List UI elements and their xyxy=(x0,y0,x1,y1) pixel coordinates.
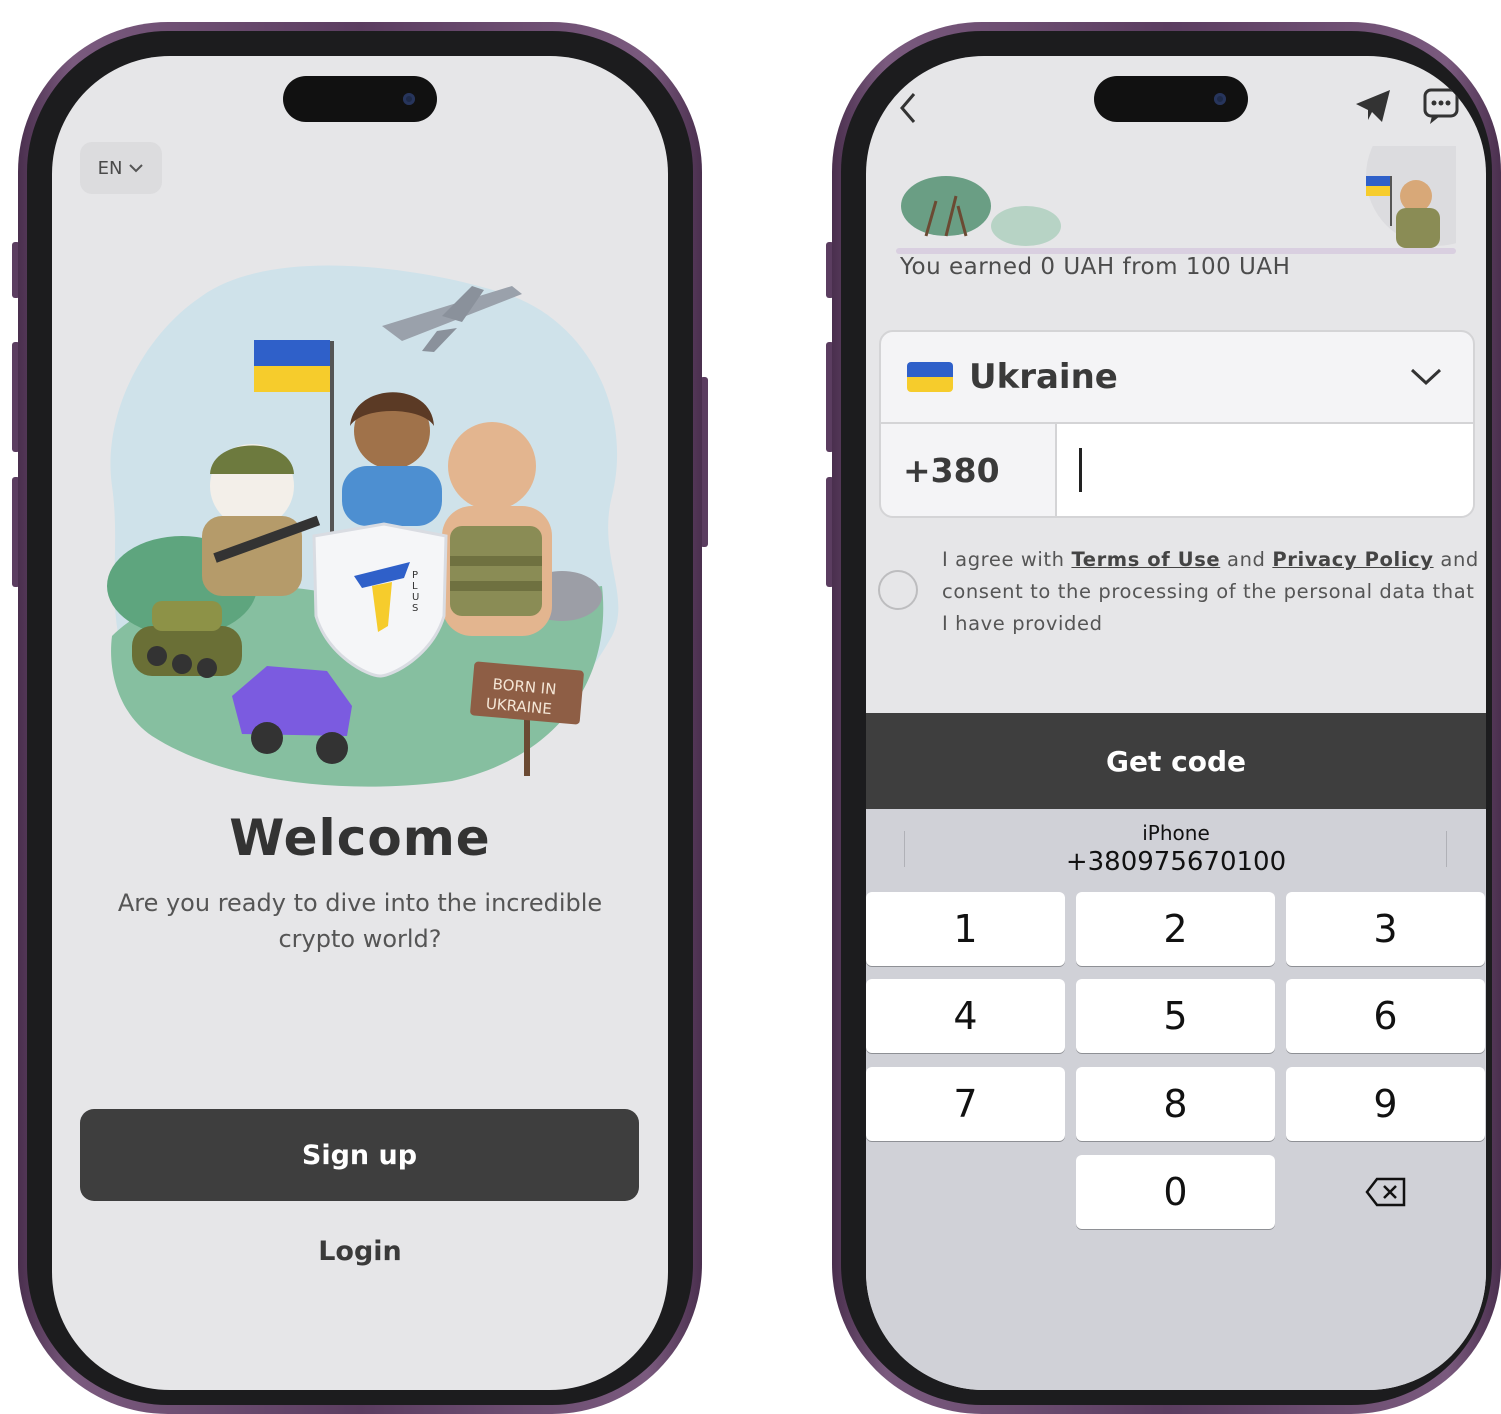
get-code-button[interactable]: Get code xyxy=(866,713,1486,809)
welcome-title: Welcome xyxy=(229,809,491,867)
key-2[interactable]: 2 xyxy=(1076,892,1275,966)
key-6[interactable]: 6 xyxy=(1286,979,1485,1053)
backspace-icon xyxy=(1364,1177,1405,1207)
ukraine-flag-icon xyxy=(907,362,953,392)
earned-text: You earned 0 UAH from 100 UAH xyxy=(900,254,1291,280)
key-9[interactable]: 9 xyxy=(1286,1067,1485,1141)
key-8[interactable]: 8 xyxy=(1076,1067,1275,1141)
numeric-keyboard: iPhone +380975670100 1 2 3 4 5 6 7 8 9 0 xyxy=(866,809,1486,1390)
login-link[interactable]: Login xyxy=(52,1236,668,1267)
consent-middle: and xyxy=(1220,548,1273,571)
consent-checkbox[interactable] xyxy=(878,570,918,610)
dynamic-island xyxy=(283,76,437,122)
key-4[interactable]: 4 xyxy=(866,979,1065,1053)
chat-icon[interactable] xyxy=(1422,86,1462,126)
camera-icon xyxy=(403,93,415,105)
key-3[interactable]: 3 xyxy=(1286,892,1485,966)
phone-right: You earned 0 UAH from 100 UAH Ukraine +3… xyxy=(826,22,1501,1414)
terms-of-use-link[interactable]: Terms of Use xyxy=(1071,548,1220,571)
consent-text: I agree with Terms of Use and Privacy Po… xyxy=(942,544,1482,640)
autofill-suggestion[interactable]: iPhone +380975670100 xyxy=(866,809,1486,887)
country-name: Ukraine xyxy=(969,357,1118,397)
welcome-subtitle: Are you ready to dive into the incredibl… xyxy=(117,889,603,953)
chevron-down-icon xyxy=(1410,368,1442,386)
key-7[interactable]: 7 xyxy=(866,1067,1065,1141)
phone-number-input[interactable] xyxy=(1057,424,1473,516)
language-label: EN xyxy=(97,157,123,179)
privacy-policy-link[interactable]: Privacy Policy xyxy=(1272,548,1433,571)
text-caret xyxy=(1079,448,1082,492)
phone-form-card: Ukraine +380 xyxy=(879,330,1475,518)
chevron-down-icon xyxy=(129,164,144,173)
sign-up-button[interactable]: Sign up xyxy=(80,1109,639,1201)
key-1[interactable]: 1 xyxy=(866,892,1065,966)
welcome-screen: EN P L U S BORN IN UKRAINE Welcome Are y… xyxy=(52,56,668,1390)
country-selector[interactable]: Ukraine xyxy=(881,332,1473,424)
dial-code: +380 xyxy=(881,424,1057,516)
autofill-number: +380975670100 xyxy=(1065,847,1287,877)
telegram-icon[interactable] xyxy=(1354,88,1394,124)
progress-illustration xyxy=(896,146,1456,254)
phone-left: EN P L U S BORN IN UKRAINE Welcome Are y… xyxy=(12,22,708,1414)
back-icon[interactable] xyxy=(896,90,920,126)
dynamic-island xyxy=(1094,76,1248,122)
camera-icon xyxy=(1214,93,1226,105)
phone-row: +380 xyxy=(881,424,1473,516)
consent-prefix: I agree with xyxy=(942,548,1072,571)
key-5[interactable]: 5 xyxy=(1076,979,1275,1053)
language-selector[interactable]: EN xyxy=(80,142,162,194)
phone-entry-screen: You earned 0 UAH from 100 UAH Ukraine +3… xyxy=(866,56,1486,1390)
key-0[interactable]: 0 xyxy=(1076,1155,1275,1229)
autofill-source: iPhone xyxy=(1142,821,1210,845)
welcome-illustration: PLUS BORN IN UKRAINE xyxy=(107,265,619,787)
backspace-key[interactable] xyxy=(1286,1155,1485,1229)
